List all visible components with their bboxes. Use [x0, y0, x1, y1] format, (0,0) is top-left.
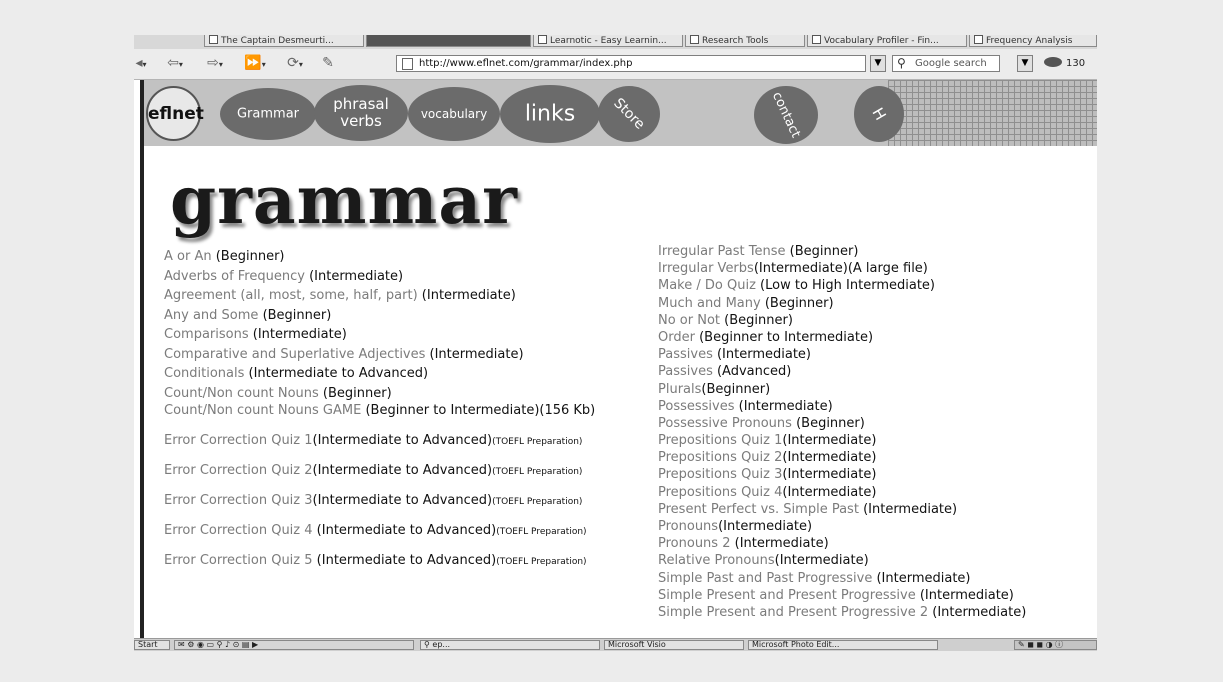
page-icon — [974, 35, 983, 44]
nav-h[interactable]: H — [854, 86, 904, 142]
nav-links[interactable]: links — [500, 85, 600, 143]
tab-2-active[interactable] — [366, 35, 531, 47]
site-logo[interactable]: eflnet — [146, 86, 204, 141]
list-item[interactable]: No or Not (Beginner) — [658, 312, 1026, 329]
search-placeholder: Google search — [915, 58, 987, 69]
system-tray[interactable]: ✎ ◼ ◼ ◑ ⓘ — [1014, 640, 1097, 650]
list-item[interactable]: Relative Pronouns(Intermediate) — [658, 552, 1026, 569]
list-item[interactable]: Order (Beginner to Intermediate) — [658, 329, 1026, 346]
tab-5[interactable]: Vocabulary Profiler - Fin... — [807, 35, 967, 47]
list-item[interactable]: Prepositions Quiz 1(Intermediate) — [658, 432, 1026, 449]
pencil-icon: ✎ — [322, 55, 334, 71]
list-item[interactable]: Much and Many (Beginner) — [658, 295, 1026, 312]
reload-icon: ⟳ — [287, 55, 299, 71]
taskbar-item[interactable]: ⚲ ep... — [420, 640, 600, 650]
list-item[interactable]: Error Correction Quiz 4 (Intermediate to… — [164, 523, 644, 553]
page-icon — [690, 35, 699, 44]
chevron-down-icon: ▼ — [1021, 58, 1029, 68]
list-item[interactable]: Prepositions Quiz 2(Intermediate) — [658, 449, 1026, 466]
address-dropdown[interactable]: ▼ — [870, 55, 886, 72]
list-item[interactable]: Error Correction Quiz 2(Intermediate to … — [164, 463, 644, 493]
list-item[interactable]: Count/Non count Nouns GAME (Beginner to … — [164, 403, 644, 433]
page-icon — [538, 35, 547, 44]
page-icon — [209, 35, 218, 44]
address-url: http://www.eflnet.com/grammar/index.php — [419, 58, 633, 69]
tab-6[interactable]: Frequency Analysis — [969, 35, 1097, 47]
navigation-toolbar: ◂▾ ⇦▾ ⇨▾ ⏩▾ ⟳▾ ✎ http://www.eflnet.com/g… — [134, 49, 1097, 80]
page-icon — [402, 58, 413, 70]
list-item[interactable]: Error Correction Quiz 5 (Intermediate to… — [164, 553, 644, 583]
fast-forward-icon: ⏩ — [244, 55, 262, 71]
search-input[interactable]: ⚲ Google search — [892, 55, 1000, 72]
list-item[interactable]: Simple Present and Present Progressive (… — [658, 587, 1026, 604]
list-item[interactable]: Present Perfect vs. Simple Past (Interme… — [658, 501, 1026, 518]
menu-arrow-icon[interactable]: ◂▾ — [134, 54, 148, 72]
forward-button[interactable]: ⇨▾ — [200, 54, 230, 72]
fast-forward-button[interactable]: ⏩▾ — [240, 54, 270, 72]
nav-vocabulary[interactable]: vocabulary — [408, 87, 500, 141]
right-link-list: Irregular Past Tense (Beginner) Irregula… — [658, 243, 1026, 621]
search-icon: ⚲ — [897, 56, 906, 70]
nav-contact[interactable]: contact — [754, 86, 818, 144]
list-item[interactable]: Simple Present and Present Progressive 2… — [658, 604, 1026, 621]
nav-phrasal-verbs[interactable]: phrasal verbs — [314, 85, 408, 141]
taskbar-item[interactable]: Microsoft Photo Edit... — [748, 640, 938, 650]
list-item[interactable]: Pronouns 2 (Intermediate) — [658, 535, 1026, 552]
taskbar: Start ✉ ⚙ ◉ ▭ ⚲ ♪ ⊙ ▤ ▶ ⚲ ep... Microsof… — [134, 638, 1097, 651]
tray-icons: ✎ ◼ ◼ ◑ ⓘ — [1018, 640, 1064, 649]
tab-3[interactable]: Learnotic - Easy Learnin... — [533, 35, 683, 47]
reload-button[interactable]: ⟳▾ — [280, 54, 310, 72]
list-item[interactable]: A or An (Beginner) — [164, 247, 644, 267]
list-item[interactable]: Pronouns(Intermediate) — [658, 518, 1026, 535]
edit-button[interactable]: ✎ — [318, 54, 338, 72]
list-item[interactable]: Prepositions Quiz 4(Intermediate) — [658, 484, 1026, 501]
list-item[interactable]: Any and Some (Beginner) — [164, 306, 644, 326]
list-item[interactable]: Prepositions Quiz 3(Intermediate) — [658, 466, 1026, 483]
list-item[interactable]: Plurals(Beginner) — [658, 381, 1026, 398]
list-item[interactable]: Possessive Pronouns (Beginner) — [658, 415, 1026, 432]
list-item[interactable]: Passives (Intermediate) — [658, 346, 1026, 363]
quick-launch-icons: ✉ ⚙ ◉ ▭ ⚲ ♪ ⊙ ▤ ▶ — [178, 640, 259, 649]
address-bar[interactable]: http://www.eflnet.com/grammar/index.php — [396, 55, 866, 72]
page-title: grammar — [170, 161, 518, 239]
list-item[interactable]: Error Correction Quiz 1(Intermediate to … — [164, 433, 644, 463]
chevron-down-icon: ▼ — [874, 58, 882, 68]
nav-grammar[interactable]: Grammar — [220, 88, 316, 140]
taskbar-item[interactable]: Microsoft Visio — [604, 640, 744, 650]
eye-icon — [1044, 57, 1062, 67]
start-button[interactable]: Start — [134, 640, 170, 650]
list-item[interactable]: Irregular Past Tense (Beginner) — [658, 243, 1026, 260]
nav-store[interactable]: Store — [598, 86, 660, 142]
list-item[interactable]: Adverbs of Frequency (Intermediate) — [164, 267, 644, 287]
left-link-list: A or An (Beginner) Adverbs of Frequency … — [164, 247, 644, 583]
back-button[interactable]: ⇦▾ — [160, 54, 190, 72]
grid-pattern — [888, 80, 1097, 146]
zoom-control[interactable]: 130 — [1044, 56, 1085, 71]
browser-window: The Captain Desmeurti... Learnotic - Eas… — [134, 35, 1097, 651]
list-item[interactable]: Comparisons (Intermediate) — [164, 325, 644, 345]
forward-arrow-icon: ⇨ — [207, 55, 219, 71]
list-item[interactable]: Conditionals (Intermediate to Advanced) — [164, 364, 644, 384]
list-item[interactable]: Possessives (Intermediate) — [658, 398, 1026, 415]
list-item[interactable]: Passives (Advanced) — [658, 363, 1026, 380]
list-item[interactable]: Irregular Verbs(Intermediate)(A large fi… — [658, 260, 1026, 277]
web-page: eflnet Grammar phrasal verbs vocabulary … — [134, 80, 1097, 638]
left-border — [140, 80, 144, 638]
tab-strip: The Captain Desmeurti... Learnotic - Eas… — [134, 35, 1097, 49]
list-item[interactable]: Comparative and Superlative Adjectives (… — [164, 345, 644, 365]
zoom-label: 130 — [1066, 58, 1086, 69]
list-item[interactable]: Simple Past and Past Progressive (Interm… — [658, 570, 1026, 587]
list-item[interactable]: Agreement (all, most, some, half, part) … — [164, 286, 644, 306]
list-item[interactable]: Error Correction Quiz 3(Intermediate to … — [164, 493, 644, 523]
search-dropdown[interactable]: ▼ — [1017, 55, 1033, 72]
tab-1[interactable]: The Captain Desmeurti... — [204, 35, 364, 47]
page-icon — [812, 35, 821, 44]
list-item[interactable]: Make / Do Quiz (Low to High Intermediate… — [658, 277, 1026, 294]
back-arrow-icon: ⇦ — [167, 55, 179, 71]
tab-4[interactable]: Research Tools — [685, 35, 805, 47]
quick-launch[interactable]: ✉ ⚙ ◉ ▭ ⚲ ♪ ⊙ ▤ ▶ — [174, 640, 414, 650]
list-item[interactable]: Count/Non count Nouns (Beginner) — [164, 384, 644, 404]
